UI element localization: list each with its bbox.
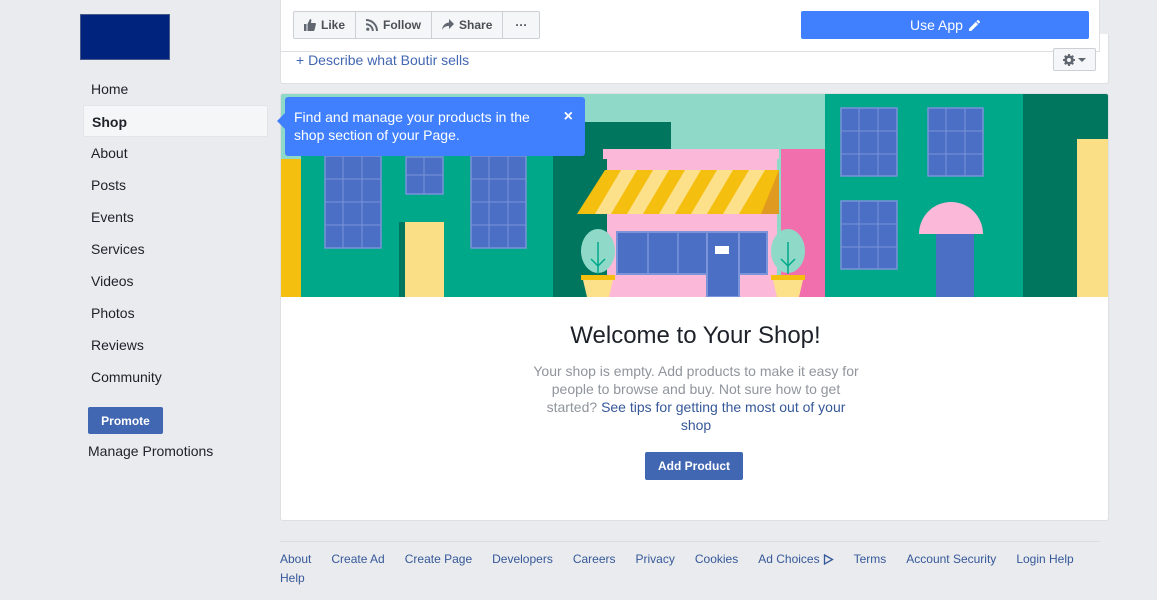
- settings-dropdown-button[interactable]: [1053, 48, 1096, 71]
- footer-link-about[interactable]: About: [280, 551, 311, 567]
- footer-links: About Create Ad Create Page Developers C…: [280, 551, 1100, 586]
- shop-welcome-text: Your shop is empty. Add products to make…: [531, 362, 861, 434]
- footer-link-create-page[interactable]: Create Page: [405, 551, 472, 567]
- page-nav: Home Shop About Posts Events Services Vi…: [83, 73, 268, 393]
- action-button-group: Like Follow Share ···: [293, 11, 541, 39]
- footer-link-ad-choices-label: Ad Choices: [758, 552, 820, 566]
- chevron-down-icon: [1078, 57, 1086, 62]
- nav-item-shop[interactable]: Shop: [83, 105, 268, 137]
- nav-item-posts[interactable]: Posts: [83, 169, 268, 201]
- footer-link-developers[interactable]: Developers: [492, 551, 553, 567]
- more-label: ···: [515, 18, 528, 32]
- pencil-icon: [968, 19, 980, 31]
- describe-shop-link[interactable]: + Describe what Boutir sells: [296, 52, 469, 68]
- footer-link-terms[interactable]: Terms: [854, 551, 887, 567]
- shop-welcome-title: Welcome to Your Shop!: [570, 322, 821, 349]
- footer-link-login-help[interactable]: Login Help: [1016, 551, 1073, 567]
- footer-link-create-ad[interactable]: Create Ad: [331, 551, 384, 567]
- close-icon[interactable]: ×: [564, 108, 573, 126]
- nav-item-events[interactable]: Events: [83, 201, 268, 233]
- follow-button[interactable]: Follow: [356, 12, 433, 38]
- footer-link-account-security[interactable]: Account Security: [906, 551, 996, 567]
- use-app-label: Use App: [910, 17, 963, 33]
- add-product-button[interactable]: Add Product: [645, 452, 743, 480]
- manage-promotions-link[interactable]: Manage Promotions: [88, 443, 213, 459]
- footer-link-privacy[interactable]: Privacy: [636, 551, 675, 567]
- nav-item-photos[interactable]: Photos: [83, 297, 268, 329]
- like-label: Like: [321, 18, 346, 32]
- more-options-button[interactable]: ···: [503, 12, 539, 38]
- shop-tooltip: Find and manage your products in the sho…: [277, 97, 585, 156]
- ad-choices-icon: [823, 553, 834, 565]
- tooltip-text: Find and manage your products in the sho…: [294, 109, 530, 143]
- nav-item-about[interactable]: About: [83, 137, 268, 169]
- footer-link-help[interactable]: Help: [280, 570, 305, 586]
- share-arrow-icon: [442, 19, 455, 30]
- shop-card: Welcome to Your Shop! Your shop is empty…: [280, 93, 1109, 521]
- share-button[interactable]: Share: [432, 12, 504, 38]
- nav-item-videos[interactable]: Videos: [83, 265, 268, 297]
- shop-tips-link[interactable]: See tips for getting the most out of you…: [601, 399, 845, 433]
- promote-button[interactable]: Promote: [88, 407, 163, 434]
- use-app-button[interactable]: Use App: [801, 11, 1089, 39]
- nav-item-home[interactable]: Home: [83, 73, 268, 105]
- like-button[interactable]: Like: [294, 12, 357, 38]
- share-label: Share: [459, 18, 493, 32]
- footer-link-ad-choices[interactable]: Ad Choices: [758, 551, 834, 567]
- rss-icon: [366, 19, 379, 31]
- footer-link-careers[interactable]: Careers: [573, 551, 616, 567]
- thumbs-up-icon: [304, 19, 316, 31]
- page-logo[interactable]: [80, 14, 170, 60]
- footer-divider: [280, 541, 1100, 542]
- page-actions-bar: Like Follow Share ··· Use App: [280, 0, 1100, 52]
- nav-item-community[interactable]: Community: [83, 361, 268, 393]
- nav-item-services[interactable]: Services: [83, 233, 268, 265]
- follow-label: Follow: [383, 18, 422, 32]
- nav-item-reviews[interactable]: Reviews: [83, 329, 268, 361]
- gear-icon: [1063, 53, 1075, 66]
- footer-link-cookies[interactable]: Cookies: [695, 551, 738, 567]
